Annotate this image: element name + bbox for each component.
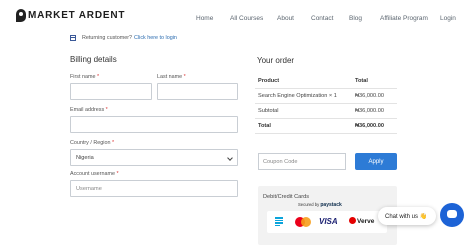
order-item-name: Search Engine Optimization × 1	[258, 93, 337, 99]
last-name-field[interactable]	[157, 83, 238, 100]
secured-by-paystack: Secured by paystack	[298, 202, 342, 208]
country-select[interactable]: Nigeria	[70, 149, 238, 166]
order-item-row: Search Engine Optimization × 1 ₦36,000.0…	[255, 89, 397, 104]
site-header: MARKET ARDENT Home All Courses About Con…	[0, 0, 474, 30]
nav-contact[interactable]: Contact	[311, 15, 333, 22]
country-label: Country / Region *	[70, 140, 114, 146]
nav-home[interactable]: Home	[196, 15, 213, 22]
apply-coupon-button[interactable]: Apply	[355, 153, 397, 170]
returning-customer-notice: Returning customer? Click here to login	[70, 35, 177, 41]
username-field[interactable]: Username	[70, 180, 238, 197]
required-mark: *	[111, 140, 115, 146]
payment-method-title: Debit/Credit Cards	[263, 194, 310, 200]
secured-prefix: Secured by	[298, 202, 320, 207]
returning-customer-text: Returning customer?	[82, 35, 133, 41]
chevron-down-icon	[227, 155, 233, 161]
subtotal-label: Subtotal	[258, 108, 279, 114]
required-mark: *	[96, 74, 100, 80]
chat-with-us-bubble[interactable]: Chat with us 👋	[378, 207, 436, 225]
required-mark: *	[116, 171, 119, 177]
card-logos: VISA Verve	[267, 211, 387, 233]
order-title: Your order	[257, 56, 295, 65]
subtotal-value: ₦36,000.00	[355, 108, 384, 114]
required-mark: *	[105, 107, 108, 113]
paystack-icon	[275, 217, 283, 226]
first-name-label-text: First name	[70, 74, 96, 80]
country-value: Nigeria	[76, 154, 94, 161]
visa-icon: VISA	[319, 217, 338, 226]
payment-method-box[interactable]: Debit/Credit Cards Secured by paystack V…	[258, 186, 397, 245]
nav-blog[interactable]: Blog	[349, 15, 362, 22]
coupon-code-input[interactable]: Coupon Code	[258, 153, 346, 170]
verve-icon	[349, 217, 356, 224]
verve-label: Verve	[357, 218, 375, 225]
login-link[interactable]: Click here to login	[134, 35, 177, 41]
total-value: ₦36,000.00	[355, 123, 384, 129]
mastercard-icon	[295, 217, 311, 227]
email-field[interactable]	[70, 116, 238, 133]
email-label-text: Email address	[70, 107, 105, 113]
first-name-field[interactable]	[70, 83, 152, 100]
nav-login[interactable]: Login	[440, 15, 456, 22]
nav-affiliate-program[interactable]: Affiliate Program	[380, 15, 428, 22]
chat-icon[interactable]	[440, 203, 464, 227]
total-column-header: Total	[355, 78, 368, 84]
username-label-text: Account username	[70, 171, 115, 177]
subtotal-row: Subtotal ₦36,000.00	[255, 104, 397, 119]
first-name-label: First name *	[70, 74, 99, 80]
coupon-placeholder: Coupon Code	[263, 158, 298, 165]
username-label: Account username *	[70, 171, 119, 177]
last-name-label-text: Last name	[157, 74, 183, 80]
total-row: Total ₦36,000.00	[255, 119, 397, 134]
notice-icon	[70, 35, 76, 41]
last-name-label: Last name *	[157, 74, 186, 80]
product-column-header: Product	[258, 78, 280, 84]
email-label: Email address *	[70, 107, 108, 113]
username-placeholder: Username	[76, 185, 102, 192]
billing-title: Billing details	[70, 55, 117, 64]
required-mark: *	[183, 74, 186, 80]
order-item-total: ₦36,000.00	[355, 93, 384, 99]
country-label-text: Country / Region	[70, 140, 111, 146]
order-table-header: Product Total	[255, 74, 397, 89]
main-nav: Home All Courses About Contact Blog Affi…	[0, 15, 474, 25]
nav-all-courses[interactable]: All Courses	[230, 15, 263, 22]
total-label: Total	[258, 123, 271, 129]
nav-about[interactable]: About	[277, 15, 294, 22]
paystack-wordmark: paystack	[320, 202, 342, 208]
